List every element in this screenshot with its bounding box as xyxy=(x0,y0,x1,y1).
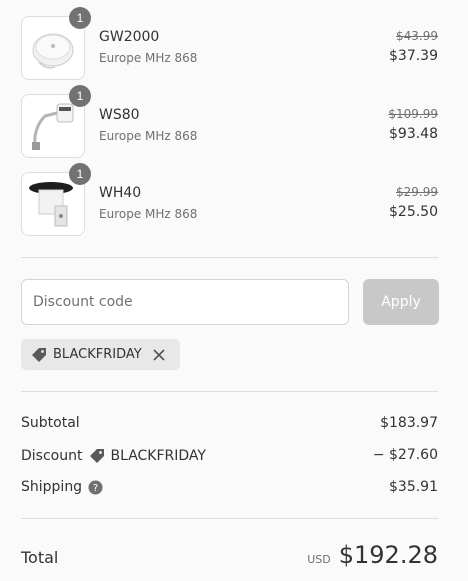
total-value: $192.28 xyxy=(338,541,438,569)
product-variant: Europe MHz 868 xyxy=(99,51,198,65)
product-variant: Europe MHz 868 xyxy=(99,129,198,143)
divider xyxy=(21,391,438,392)
line-item: 1 GW2000 Europe MHz 868 $43.99 $37.39 xyxy=(21,7,438,80)
discount-code-label: BLACKFRIDAY xyxy=(110,448,206,464)
shipping-value: $35.91 xyxy=(389,479,438,495)
line-item: 1 WH40 Europe MHz 868 $29.99 $25.50 xyxy=(21,163,438,236)
original-price: $43.99 xyxy=(396,29,438,43)
discount-value: − $27.60 xyxy=(372,447,438,463)
shipping-label: Shipping xyxy=(21,479,83,495)
divider xyxy=(21,518,438,519)
weather-sensor-icon xyxy=(25,98,81,154)
currency-code: USD xyxy=(307,553,331,566)
discount-code-input[interactable] xyxy=(21,279,349,325)
quantity-badge: 1 xyxy=(69,7,91,29)
product-name: GW2000 xyxy=(99,29,160,45)
subtotal-value: $183.97 xyxy=(380,415,438,431)
discounted-price: $37.39 xyxy=(389,48,438,64)
original-price: $29.99 xyxy=(396,185,438,199)
product-name: WH40 xyxy=(99,185,142,201)
applied-discount-code: BLACKFRIDAY xyxy=(53,347,142,362)
total-label: Total xyxy=(21,548,59,567)
total-amount: USD $192.28 xyxy=(307,541,438,569)
order-summary: 1 GW2000 Europe MHz 868 $43.99 $37.39 1 … xyxy=(21,0,439,581)
original-price: $109.99 xyxy=(388,107,438,121)
applied-discount-tag: BLACKFRIDAY xyxy=(21,339,180,370)
help-icon[interactable]: ? xyxy=(88,480,103,495)
price-tag-icon xyxy=(30,346,48,364)
apply-discount-button[interactable]: Apply xyxy=(363,279,439,325)
close-icon[interactable] xyxy=(151,347,167,363)
quantity-badge: 1 xyxy=(69,163,91,185)
quantity-badge: 1 xyxy=(69,85,91,107)
rain-gauge-icon xyxy=(25,176,81,232)
discounted-price: $93.48 xyxy=(389,126,438,142)
subtotal-label: Subtotal xyxy=(21,415,80,431)
discount-label: Discount xyxy=(21,448,83,464)
product-variant: Europe MHz 868 xyxy=(99,207,198,221)
svg-text:?: ? xyxy=(93,483,98,494)
gateway-device-icon xyxy=(25,20,81,76)
line-item: 1 WS80 Europe MHz 868 $109.99 $93.48 xyxy=(21,85,438,158)
product-thumbnail: 1 xyxy=(21,85,91,158)
shipping-label-group: Shipping ? xyxy=(21,479,107,495)
price-tag-icon xyxy=(88,447,106,465)
discount-label-group: Discount BLACKFRIDAY xyxy=(21,447,206,465)
discounted-price: $25.50 xyxy=(389,204,438,220)
product-name: WS80 xyxy=(99,107,140,123)
product-thumbnail: 1 xyxy=(21,7,91,80)
product-thumbnail: 1 xyxy=(21,163,91,236)
divider xyxy=(21,257,438,258)
